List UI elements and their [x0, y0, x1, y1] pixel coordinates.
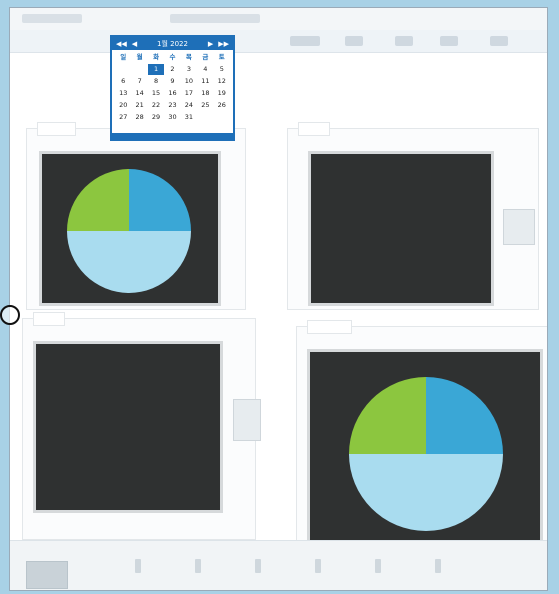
empty-screen — [33, 341, 223, 513]
top-tab[interactable] — [170, 14, 260, 23]
calendar-day[interactable]: 23 — [164, 100, 180, 111]
bottom-item[interactable] — [375, 559, 381, 573]
panel-bottom-right — [296, 320, 547, 576]
toolbar-button[interactable] — [290, 36, 320, 46]
calendar-day[interactable]: 25 — [197, 100, 213, 111]
panel-top-right — [287, 122, 539, 310]
bottom-item[interactable] — [315, 559, 321, 573]
top-tab[interactable] — [22, 14, 82, 23]
calendar-day[interactable]: 5 — [214, 64, 230, 75]
calendar-day[interactable]: 30 — [164, 112, 180, 123]
calendar-day[interactable]: 1 — [147, 64, 165, 75]
calendar-day[interactable]: 19 — [214, 88, 230, 99]
calendar-weekday: 화 — [153, 53, 160, 61]
toolbar-button[interactable] — [490, 36, 508, 46]
calendar-title: 1월 2022 — [157, 39, 188, 48]
calendar-day[interactable]: 27 — [115, 112, 131, 123]
calendar-day[interactable]: 12 — [214, 76, 230, 87]
calendar-day[interactable]: 14 — [131, 88, 147, 99]
panel-title — [33, 312, 65, 326]
top-bar — [10, 8, 547, 31]
calendar-day[interactable]: 11 — [197, 76, 213, 87]
calendar-day[interactable]: 2 — [164, 64, 180, 75]
app-window: ◀◀ ◀ 1월 2022 ▶ ▶▶ 일 월 화 수 목 금 토 1 2 3 4 5 6 7 8 9 10 11 12… — [9, 7, 548, 591]
pie-slice — [67, 169, 129, 231]
calendar-day[interactable]: 10 — [181, 76, 197, 87]
panel-title — [298, 122, 330, 136]
side-widget[interactable] — [233, 399, 261, 441]
calendar-weekday: 수 — [169, 53, 176, 61]
calendar-day[interactable]: 6 — [115, 76, 131, 87]
side-widget[interactable] — [503, 209, 535, 245]
bottom-thumbnail[interactable] — [26, 561, 68, 589]
calendar-weekday: 월 — [136, 53, 143, 61]
calendar-day[interactable]: 9 — [164, 76, 180, 87]
calendar-day[interactable]: 17 — [181, 88, 197, 99]
next-year-button[interactable]: ▶▶ — [218, 40, 229, 48]
panel-bottom-left — [22, 312, 261, 540]
calendar-day — [115, 64, 131, 75]
next-month-button[interactable]: ▶ — [208, 40, 213, 48]
bottom-bar — [10, 540, 547, 590]
panel-title — [307, 320, 352, 334]
bottom-item[interactable] — [435, 559, 441, 573]
panel-title — [37, 122, 77, 136]
calendar-day[interactable]: 24 — [181, 100, 197, 111]
calendar-day[interactable]: 18 — [197, 88, 213, 99]
calendar-day[interactable]: 22 — [148, 100, 164, 111]
prev-month-button[interactable]: ◀ — [132, 40, 137, 48]
calendar-day[interactable]: 21 — [131, 100, 147, 111]
pie-slice — [129, 169, 191, 231]
calendar-day[interactable]: 26 — [214, 100, 230, 111]
pie-slice — [426, 377, 503, 454]
pie-slice — [67, 231, 191, 293]
bottom-item[interactable] — [255, 559, 261, 573]
calendar-day[interactable]: 20 — [115, 100, 131, 111]
calendar-day — [131, 64, 147, 75]
calendar-day[interactable]: 3 — [181, 64, 197, 75]
calendar-day[interactable]: 15 — [148, 88, 164, 99]
calendar-header: ◀◀ ◀ 1월 2022 ▶ ▶▶ — [112, 37, 233, 50]
calendar-day — [197, 112, 213, 123]
calendar-footer — [112, 133, 233, 139]
toolbar-button[interactable] — [345, 36, 363, 46]
bottom-item[interactable] — [195, 559, 201, 573]
cursor-ring-icon — [0, 305, 20, 325]
toolbar-button[interactable] — [440, 36, 458, 46]
toolbar-button[interactable] — [395, 36, 413, 46]
calendar-day[interactable]: 7 — [131, 76, 147, 87]
pie-slice — [349, 377, 426, 454]
calendar-weekday: 목 — [185, 53, 192, 61]
calendar-weekday: 일 — [120, 53, 127, 61]
calendar-weekday: 금 — [202, 53, 209, 61]
calendar-day[interactable]: 29 — [148, 112, 164, 123]
chart-screen — [39, 151, 221, 306]
bottom-item[interactable] — [135, 559, 141, 573]
calendar-grid: 일 월 화 수 목 금 토 1 2 3 4 5 6 7 8 9 10 11 12 13 14 15 16 17 18 19 20 21… — [112, 50, 233, 123]
calendar-weekday: 토 — [218, 53, 225, 61]
calendar-day[interactable]: 16 — [164, 88, 180, 99]
calendar-day — [214, 112, 230, 123]
pie-slice — [349, 454, 503, 531]
calendar-day[interactable]: 4 — [197, 64, 213, 75]
calendar-day[interactable]: 31 — [181, 112, 197, 123]
calendar-day[interactable]: 13 — [115, 88, 131, 99]
pie-chart-1 — [67, 169, 191, 293]
pie-chart-2 — [349, 377, 503, 531]
toolbar — [10, 30, 547, 53]
calendar-day[interactable]: 28 — [131, 112, 147, 123]
date-picker-calendar[interactable]: ◀◀ ◀ 1월 2022 ▶ ▶▶ 일 월 화 수 목 금 토 1 2 3 4 5 6 7 8 9 10 11 12… — [110, 35, 235, 141]
panel-top-left — [26, 122, 246, 310]
calendar-day[interactable]: 8 — [148, 76, 164, 87]
prev-year-button[interactable]: ◀◀ — [116, 40, 127, 48]
empty-screen — [308, 151, 494, 306]
